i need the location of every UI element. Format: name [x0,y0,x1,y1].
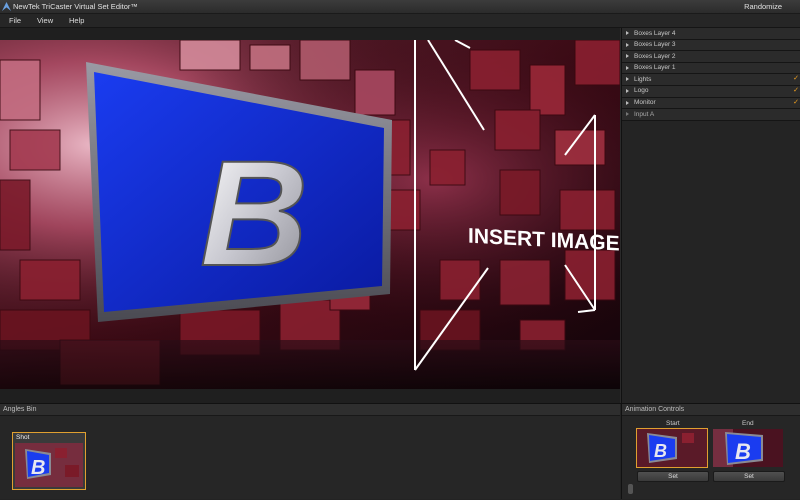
angles-bin-title: Angles Bin [3,406,37,413]
svg-text:B: B [735,439,751,464]
shot-preview-image: B [15,443,83,487]
expand-triangle-icon[interactable] [626,31,629,35]
layer-label: Input A [634,110,655,118]
start-keyframe-thumbnail[interactable]: B [636,428,708,468]
layers-panel: Boxes Layer 4 Boxes Layer 3 Boxes Layer … [621,28,800,403]
animation-controls-panel: Animation Controls Start End B B Set Set [621,404,800,499]
expand-triangle-icon[interactable] [626,65,629,70]
layer-label: Monitor [634,99,656,107]
layer-row-input-a[interactable]: Input A [622,109,800,121]
expand-triangle-icon[interactable] [626,88,629,93]
menu-view[interactable]: View [37,16,53,25]
layer-check-icon[interactable]: ✓ [793,74,799,82]
expand-triangle-icon[interactable] [626,112,629,117]
layer-label: Logo [634,87,649,95]
set-end-button[interactable]: Set [713,471,785,482]
window-title: NewTek TriCaster Virtual Set Editor™ [13,2,138,11]
set-start-button[interactable]: Set [637,471,709,482]
menu-bar: File View Help [0,14,800,28]
randomize-button[interactable]: Randomize [744,2,782,11]
expand-triangle-icon[interactable] [626,100,629,105]
layer-row-logo[interactable]: Logo ✓ [622,85,800,98]
angles-bin-panel: Angles Bin Shot B [0,404,620,499]
layer-row-lights[interactable]: Lights ✓ [622,74,800,86]
animation-controls-title: Animation Controls [625,406,685,413]
app-logo-icon [2,2,11,11]
layer-check-icon[interactable]: ✓ [793,86,799,94]
shot-thumbnail[interactable]: Shot B [12,432,86,490]
layer-check-icon[interactable]: ✓ [793,98,799,106]
menu-file[interactable]: File [9,16,21,25]
menu-help[interactable]: Help [69,16,84,25]
layer-row-boxes-4[interactable]: Boxes Layer 4 [622,28,800,40]
layer-row-monitor[interactable]: Monitor ✓ [622,97,800,110]
preview-scene: B INSERT IMAGE [0,40,620,389]
svg-text:B: B [31,457,45,479]
monitor-letter: B [200,129,308,297]
virtual-set-preview[interactable]: B INSERT IMAGE [0,40,620,389]
start-label: Start [666,420,680,427]
title-bar: NewTek TriCaster Virtual Set Editor™ Ran… [0,0,800,14]
end-label: End [742,420,754,427]
layer-row-boxes-3[interactable]: Boxes Layer 3 [622,39,800,52]
svg-text:B: B [654,441,667,461]
end-keyframe-thumbnail[interactable]: B [713,429,783,467]
layer-label: Boxes Layer 2 [634,52,676,60]
expand-triangle-icon[interactable] [626,54,629,59]
layer-label: Lights [634,75,652,83]
layer-label: Boxes Layer 4 [634,29,676,37]
angles-bin-header: Angles Bin [0,404,620,416]
layer-row-boxes-2[interactable]: Boxes Layer 2 [622,51,800,63]
layer-label: Boxes Layer 3 [634,41,676,49]
layer-row-boxes-1[interactable]: Boxes Layer 1 [622,62,800,75]
expand-triangle-icon[interactable] [626,77,629,82]
expand-triangle-icon[interactable] [626,42,629,47]
layer-label: Boxes Layer 1 [634,64,676,72]
scrollbar-handle[interactable] [628,484,633,494]
shot-label: Shot [16,434,30,441]
animation-controls-header: Animation Controls [622,404,800,416]
